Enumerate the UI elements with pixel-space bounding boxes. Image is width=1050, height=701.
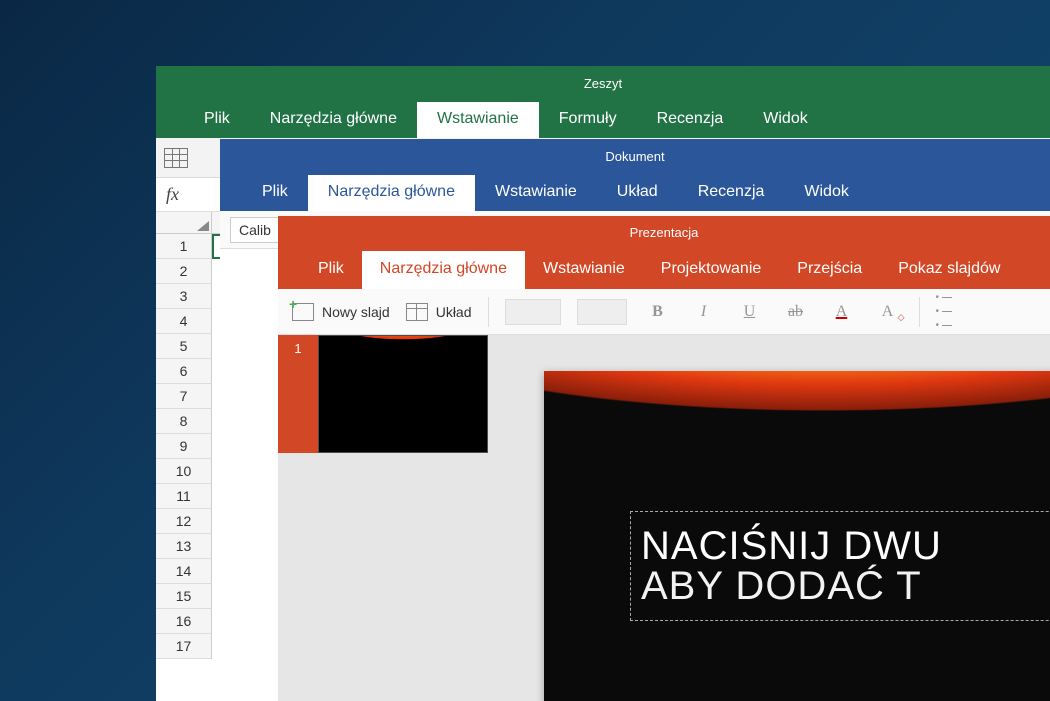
select-all-corner[interactable] — [156, 212, 212, 234]
row-header[interactable]: 1 — [156, 234, 212, 259]
row-header[interactable]: 17 — [156, 634, 212, 659]
thumbnail-preview — [318, 335, 488, 453]
row-header[interactable]: 14 — [156, 559, 212, 584]
powerpoint-titlebar[interactable]: Prezentacja — [278, 216, 1050, 249]
excel-tab-recenzja[interactable]: Recenzja — [637, 102, 744, 138]
new-slide-icon — [292, 303, 314, 321]
font-family-combo[interactable] — [505, 299, 561, 325]
new-slide-button[interactable]: Nowy slajd — [292, 303, 390, 321]
layout-button[interactable]: Układ — [406, 303, 472, 321]
bullets-icon[interactable] — [936, 292, 953, 331]
word-tab-widok[interactable]: Widok — [784, 175, 868, 211]
new-slide-label: Nowy slajd — [322, 304, 390, 320]
slide-thumbnail-1[interactable]: 1 — [278, 335, 488, 453]
font-color-button[interactable]: A — [827, 303, 857, 321]
table-icon[interactable] — [164, 148, 188, 168]
row-header[interactable]: 10 — [156, 459, 212, 484]
pp-tab-wstawianie[interactable]: Wstawianie — [525, 251, 643, 289]
row-header[interactable]: 5 — [156, 334, 212, 359]
row-header[interactable]: 8 — [156, 409, 212, 434]
excel-titlebar[interactable]: Zeszyt — [156, 66, 1050, 100]
thumbnail-number: 1 — [278, 335, 318, 453]
row-header[interactable]: 13 — [156, 534, 212, 559]
slide[interactable]: NACIŚNIJ DWU ABY DODAĆ T — [544, 371, 1050, 701]
pp-tab-pokaz[interactable]: Pokaz slajdów — [880, 251, 1018, 289]
slide-thumbnails-panel: 1 — [278, 335, 488, 701]
word-tab-narzedzia[interactable]: Narzędzia główne — [308, 175, 475, 211]
row-header[interactable]: 15 — [156, 584, 212, 609]
row-header[interactable]: 12 — [156, 509, 212, 534]
italic-button[interactable]: I — [689, 303, 719, 321]
powerpoint-body: 1 NACIŚNIJ DWU ABY DODAĆ T — [278, 335, 1050, 701]
word-tab-recenzja[interactable]: Recenzja — [678, 175, 785, 211]
title-text-line1: NACIŚNIJ DWU — [641, 526, 1050, 566]
powerpoint-title: Prezentacja — [630, 225, 699, 240]
layout-icon — [406, 303, 428, 321]
powerpoint-ribbon-tabs: Plik Narzędzia główne Wstawianie Projekt… — [278, 249, 1050, 289]
excel-tab-plik[interactable]: Plik — [184, 102, 250, 138]
underline-button[interactable]: U — [735, 303, 765, 321]
title-placeholder[interactable]: NACIŚNIJ DWU ABY DODAĆ T — [630, 511, 1050, 621]
row-header[interactable]: 3 — [156, 284, 212, 309]
row-header[interactable]: 9 — [156, 434, 212, 459]
excel-tab-narzedzia[interactable]: Narzędzia główne — [250, 102, 417, 138]
word-tab-wstawianie[interactable]: Wstawianie — [475, 175, 597, 211]
pp-tab-projektowanie[interactable]: Projektowanie — [643, 251, 780, 289]
font-selector[interactable]: Calib — [230, 217, 280, 243]
word-ribbon-tabs: Plik Narzędzia główne Wstawianie Układ R… — [220, 173, 1050, 211]
clear-format-button[interactable]: A — [873, 303, 903, 321]
slide-background-graphic — [544, 371, 1050, 486]
row-header[interactable]: 16 — [156, 609, 212, 634]
pp-tab-plik[interactable]: Plik — [300, 251, 362, 289]
bold-button[interactable]: B — [643, 303, 673, 321]
row-header[interactable]: 7 — [156, 384, 212, 409]
row-header[interactable]: 2 — [156, 259, 212, 284]
separator — [919, 297, 920, 327]
layout-label: Układ — [436, 304, 472, 320]
row-header[interactable]: 6 — [156, 359, 212, 384]
excel-title: Zeszyt — [584, 76, 622, 91]
font-size-combo[interactable] — [577, 299, 627, 325]
excel-ribbon-tabs: Plik Narzędzia główne Wstawianie Formuły… — [156, 100, 1050, 138]
powerpoint-toolbar: Nowy slajd Układ B I U ab A A — [278, 289, 1050, 335]
separator — [488, 297, 489, 327]
word-tab-uklad[interactable]: Układ — [597, 175, 678, 211]
strikethrough-button[interactable]: ab — [781, 303, 811, 321]
excel-tab-formuly[interactable]: Formuły — [539, 102, 637, 138]
pp-tab-narzedzia[interactable]: Narzędzia główne — [362, 251, 525, 289]
fx-icon[interactable]: fx — [166, 184, 179, 205]
slide-canvas-area[interactable]: NACIŚNIJ DWU ABY DODAĆ T — [488, 335, 1050, 701]
word-title: Dokument — [605, 149, 664, 164]
powerpoint-window: Prezentacja Plik Narzędzia główne Wstawi… — [278, 216, 1050, 701]
excel-tab-widok[interactable]: Widok — [743, 102, 827, 138]
word-titlebar[interactable]: Dokument — [220, 139, 1050, 173]
row-headers: 1 2 3 4 5 6 7 8 9 10 11 12 13 14 15 16 1… — [156, 212, 212, 659]
word-tab-plik[interactable]: Plik — [242, 175, 308, 211]
row-header[interactable]: 11 — [156, 484, 212, 509]
excel-tab-wstawianie[interactable]: Wstawianie — [417, 102, 539, 138]
title-text-line2: ABY DODAĆ T — [641, 566, 1050, 606]
pp-tab-przejscia[interactable]: Przejścia — [779, 251, 880, 289]
row-header[interactable]: 4 — [156, 309, 212, 334]
